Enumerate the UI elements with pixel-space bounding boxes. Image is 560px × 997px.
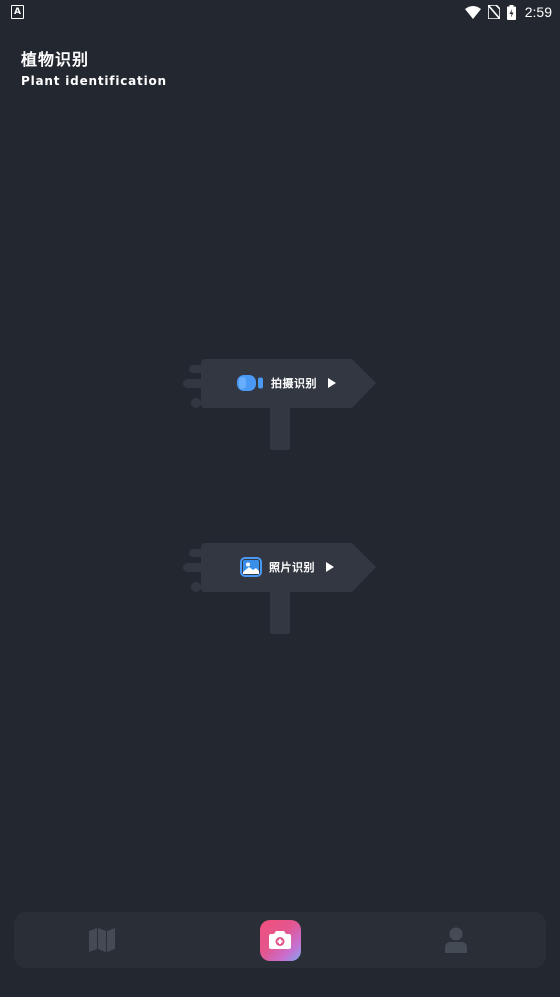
camera-icon xyxy=(269,931,291,949)
status-time: 2:59 xyxy=(524,4,552,20)
photo-identify-button[interactable]: 照片识别 xyxy=(183,542,378,637)
wifi-icon xyxy=(464,5,481,19)
photo-identify-label: 照片识别 xyxy=(269,561,315,574)
nav-profile[interactable] xyxy=(416,912,496,968)
shoot-identify-label: 拍摄识别 xyxy=(271,377,317,390)
play-icon xyxy=(326,562,334,572)
page-title: 植物识别 xyxy=(21,50,90,69)
shoot-identify-content: 拍摄识别 xyxy=(237,372,336,394)
status-bar: A 2:59 xyxy=(0,0,560,24)
page-subtitle: Plant identification xyxy=(21,74,167,88)
nav-map[interactable] xyxy=(62,912,142,968)
nav-camera[interactable] xyxy=(240,912,320,968)
status-icons: 2:59 xyxy=(464,3,552,21)
camera-tile xyxy=(259,919,301,961)
shoot-identify-button[interactable]: 拍摄识别 xyxy=(183,358,378,453)
bottom-navigation xyxy=(14,912,546,968)
image-icon xyxy=(240,557,262,577)
battery-charging-icon xyxy=(506,4,516,20)
video-camera-icon xyxy=(237,375,263,391)
page-header: 植物识别 Plant identification xyxy=(21,50,167,89)
user-icon xyxy=(445,927,467,953)
map-icon xyxy=(89,928,115,952)
play-icon xyxy=(328,378,336,388)
photo-identify-content: 照片识别 xyxy=(240,556,334,578)
no-sim-icon xyxy=(487,5,500,19)
app-notification-icon: A xyxy=(11,5,24,19)
